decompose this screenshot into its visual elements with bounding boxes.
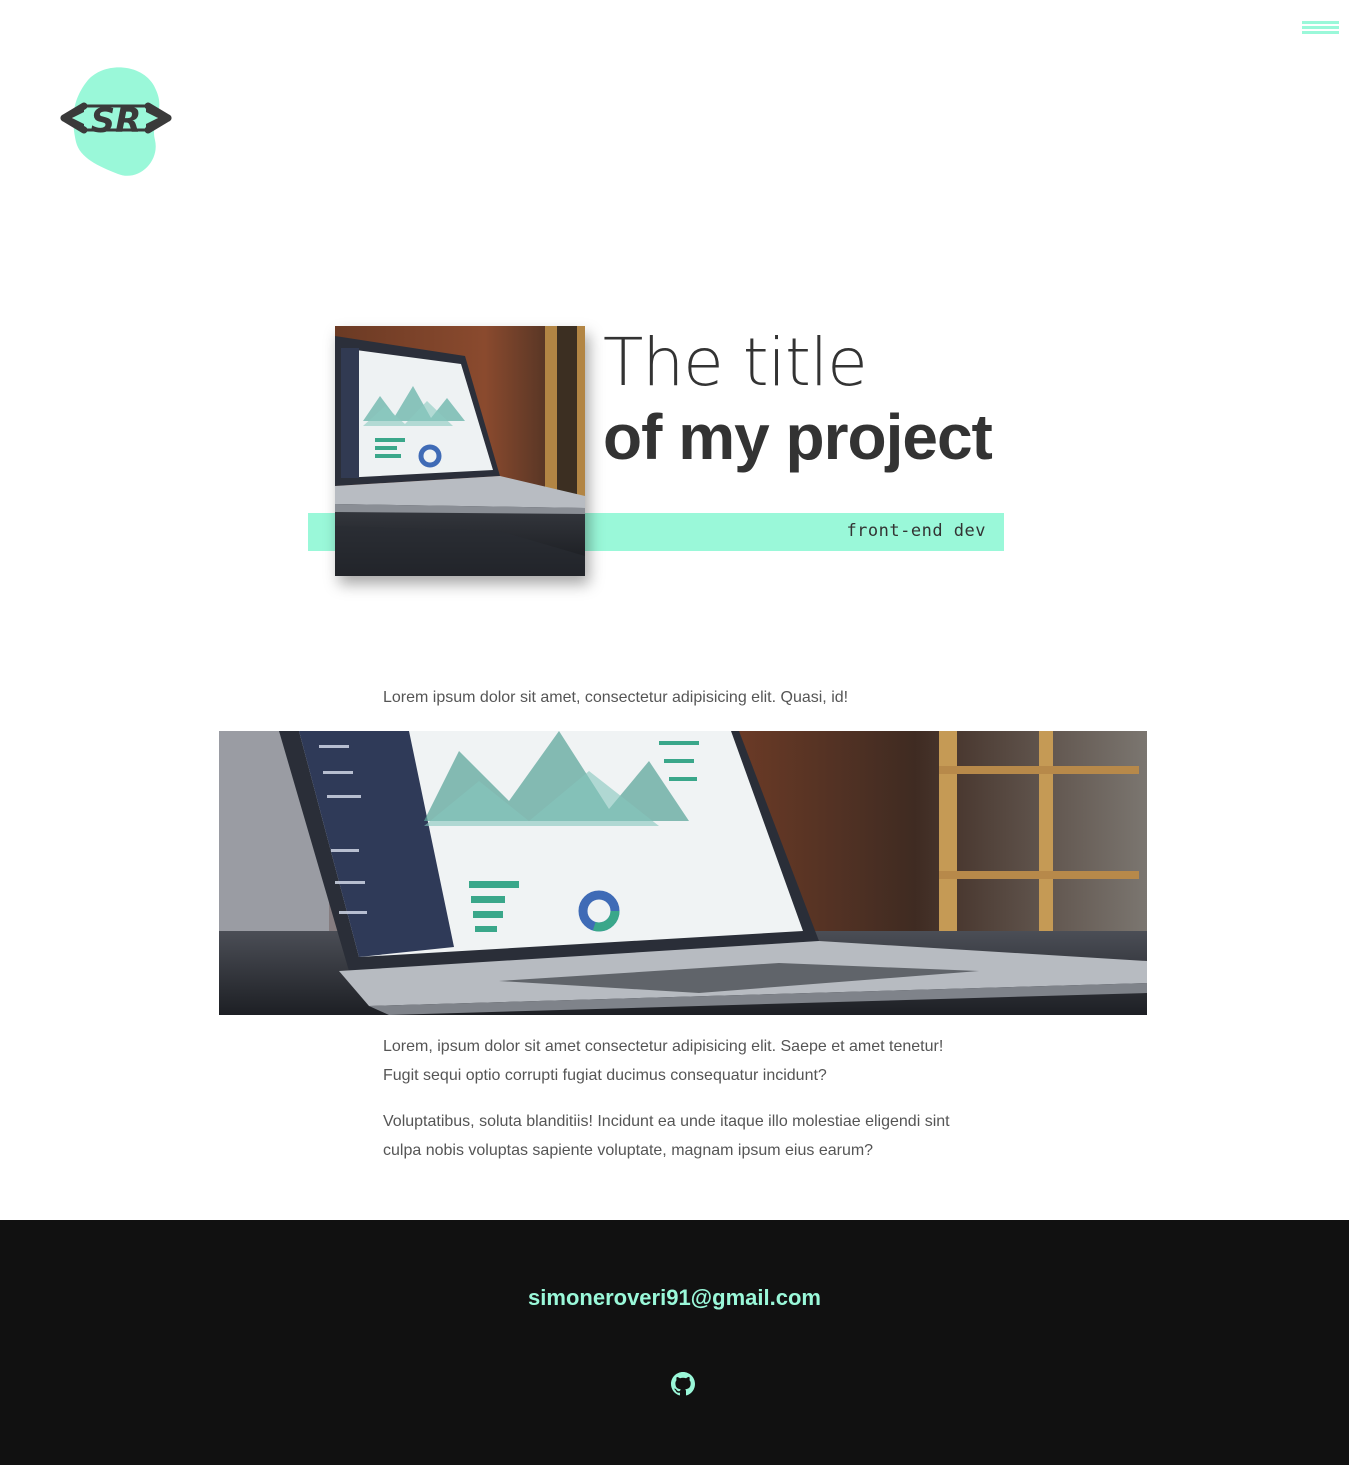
hero-tag: front-end dev [846, 521, 986, 541]
footer-email-link[interactable]: simoneroveri91@gmail.com [0, 1285, 1349, 1311]
project-title-line2: of my project [603, 401, 993, 473]
intro-paragraph: Lorem ipsum dolor sit amet, consectetur … [383, 689, 849, 706]
laptop-banner-icon [219, 731, 1147, 1015]
body-paragraph-2: Voluptatibus, soluta blanditiis! Incidun… [383, 1113, 950, 1159]
laptop-image-icon [335, 326, 585, 576]
footer: simoneroveri91@gmail.com [0, 1220, 1349, 1465]
github-icon[interactable] [671, 1372, 695, 1396]
project-title-line1: The title [603, 324, 868, 401]
logo-icon: SR [60, 67, 172, 176]
banner-image [219, 731, 1147, 1015]
logo[interactable]: SR [58, 62, 174, 178]
hamburger-menu-icon[interactable] [1302, 18, 1339, 38]
body-paragraph-1: Lorem, ipsum dolor sit amet consectetur … [383, 1038, 944, 1084]
page: SR front-end dev The title of my project… [0, 0, 1349, 1465]
hero-thumbnail [335, 326, 585, 576]
